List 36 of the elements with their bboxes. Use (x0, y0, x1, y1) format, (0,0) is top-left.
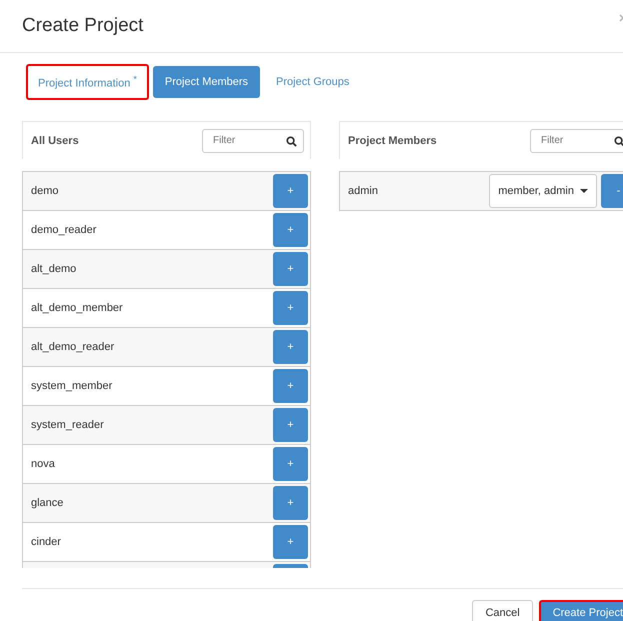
add-button[interactable]: + (273, 252, 308, 286)
dialog-title: Create Project (22, 15, 144, 37)
add-button[interactable]: + (273, 213, 308, 247)
user-name: system_reader (31, 419, 104, 431)
add-button[interactable]: + (273, 486, 308, 520)
user-name: alt_demo_member (31, 302, 123, 314)
search-icon (614, 136, 623, 146)
create-button[interactable]: Create Project (538, 600, 623, 621)
search-icon (286, 136, 297, 146)
user-name: alt_demo_reader (31, 341, 114, 353)
tab[interactable]: Project Information $^{*}$ (26, 64, 149, 100)
add-button[interactable]: + (273, 330, 308, 364)
caret-icon (580, 189, 588, 193)
add-button[interactable]: + (273, 447, 308, 481)
user-name: demo_reader (31, 224, 96, 236)
remove-button[interactable]: - (601, 174, 623, 208)
cancel-button[interactable]: Cancel (472, 600, 533, 621)
user-name: nova (31, 458, 55, 470)
panel-title: All Users (31, 134, 79, 146)
user-name: alt_demo (31, 263, 76, 275)
user-name: system_member (31, 380, 112, 392)
user-name: admin (348, 185, 378, 197)
panel-title: Project Members (348, 134, 437, 146)
add-button[interactable]: + (273, 525, 308, 559)
user-name: cinder (31, 536, 61, 548)
user-name: demo (31, 185, 59, 197)
tab[interactable]: Project Members (152, 66, 260, 98)
filter-field[interactable]: Filter (202, 128, 304, 152)
add-button[interactable]: + (273, 408, 308, 442)
tab[interactable]: Project Groups (264, 66, 362, 98)
add-button[interactable]: + (273, 174, 308, 208)
add-button[interactable]: + (273, 369, 308, 403)
role-dropdown[interactable]: member, admin (489, 174, 597, 208)
add-button[interactable]: + (273, 291, 308, 325)
filter-field[interactable]: Filter (530, 128, 623, 152)
user-name: glance (31, 497, 64, 509)
